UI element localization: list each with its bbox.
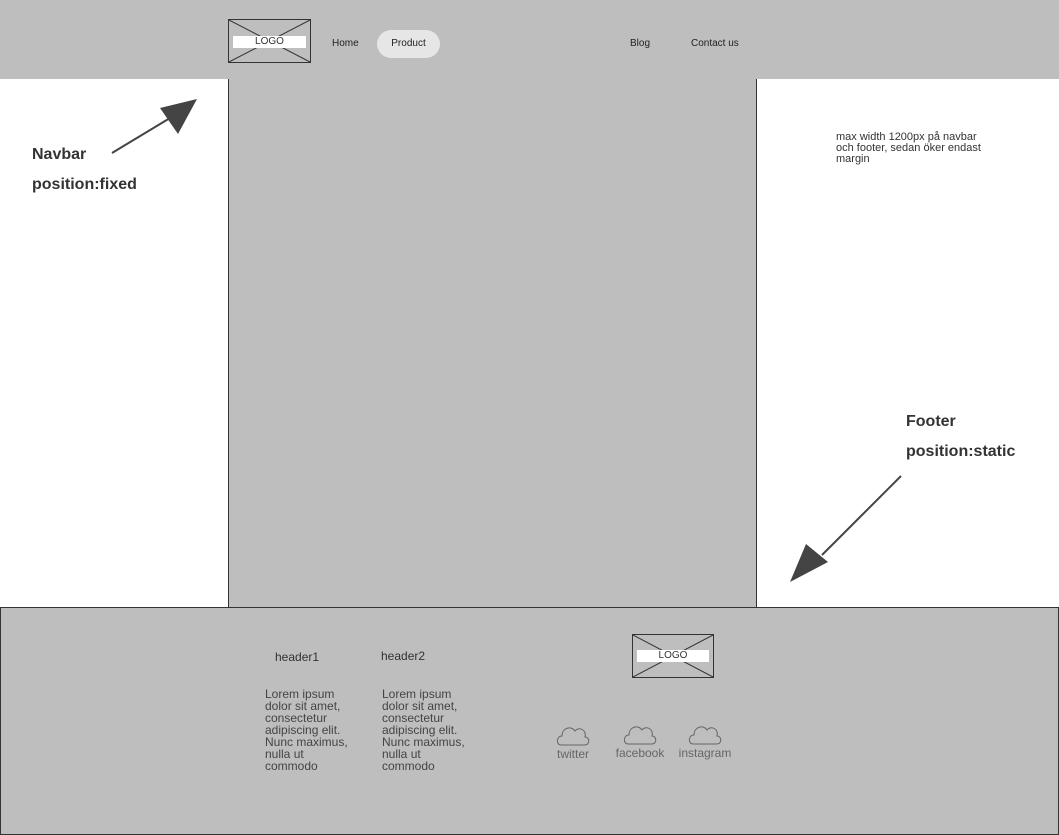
social-instagram[interactable]: instagram	[675, 720, 735, 760]
footer-logo[interactable]: LOGO	[632, 634, 714, 678]
navbar: LOGO Home Product Blog Contact us	[0, 0, 1059, 79]
footer-column-1-text: Lorem ipsum dolor sit amet, consectetur …	[265, 688, 375, 778]
footer-annotation-title: Footer	[906, 413, 956, 430]
cloud-icon	[688, 726, 722, 745]
navbar-logo[interactable]: LOGO	[228, 19, 311, 63]
footer-column-2-text: Lorem ipsum dolor sit amet, consectetur …	[382, 688, 492, 778]
footer-logo-label: LOGO	[637, 650, 709, 662]
social-label: instagram	[678, 746, 732, 760]
nav-link-home[interactable]: Home	[332, 37, 359, 51]
footer: header1 header2 Lorem ipsum dolor sit am…	[0, 607, 1059, 835]
cloud-icon	[556, 727, 590, 746]
max-width-note: max width 1200px på navbar och footer, s…	[836, 132, 1036, 165]
social-label: twitter	[556, 747, 589, 761]
navbar-annotation-title: Navbar	[32, 146, 87, 163]
navbar-arrow-icon	[111, 99, 197, 154]
main-content-placeholder	[228, 79, 757, 608]
text-line: commodo	[382, 759, 435, 773]
footer-header-2: header2	[381, 649, 426, 663]
text-line: commodo	[265, 759, 318, 773]
cloud-icon	[623, 726, 657, 745]
social-label: facebook	[615, 746, 665, 760]
footer-arrow-icon	[790, 475, 902, 582]
navbar-logo-label: LOGO	[233, 36, 306, 48]
max-width-note-line: margin	[836, 153, 870, 165]
nav-link-contact[interactable]: Contact us	[691, 37, 739, 51]
footer-header-1: header1	[275, 650, 320, 664]
navbar-annotation-position: position:fixed	[32, 176, 137, 193]
social-twitter[interactable]: twitter	[548, 721, 598, 761]
footer-annotation-position: position:static	[906, 443, 1016, 460]
nav-link-blog[interactable]: Blog	[630, 37, 650, 51]
nav-link-product[interactable]: Product	[377, 30, 440, 58]
social-facebook[interactable]: facebook	[612, 720, 668, 760]
